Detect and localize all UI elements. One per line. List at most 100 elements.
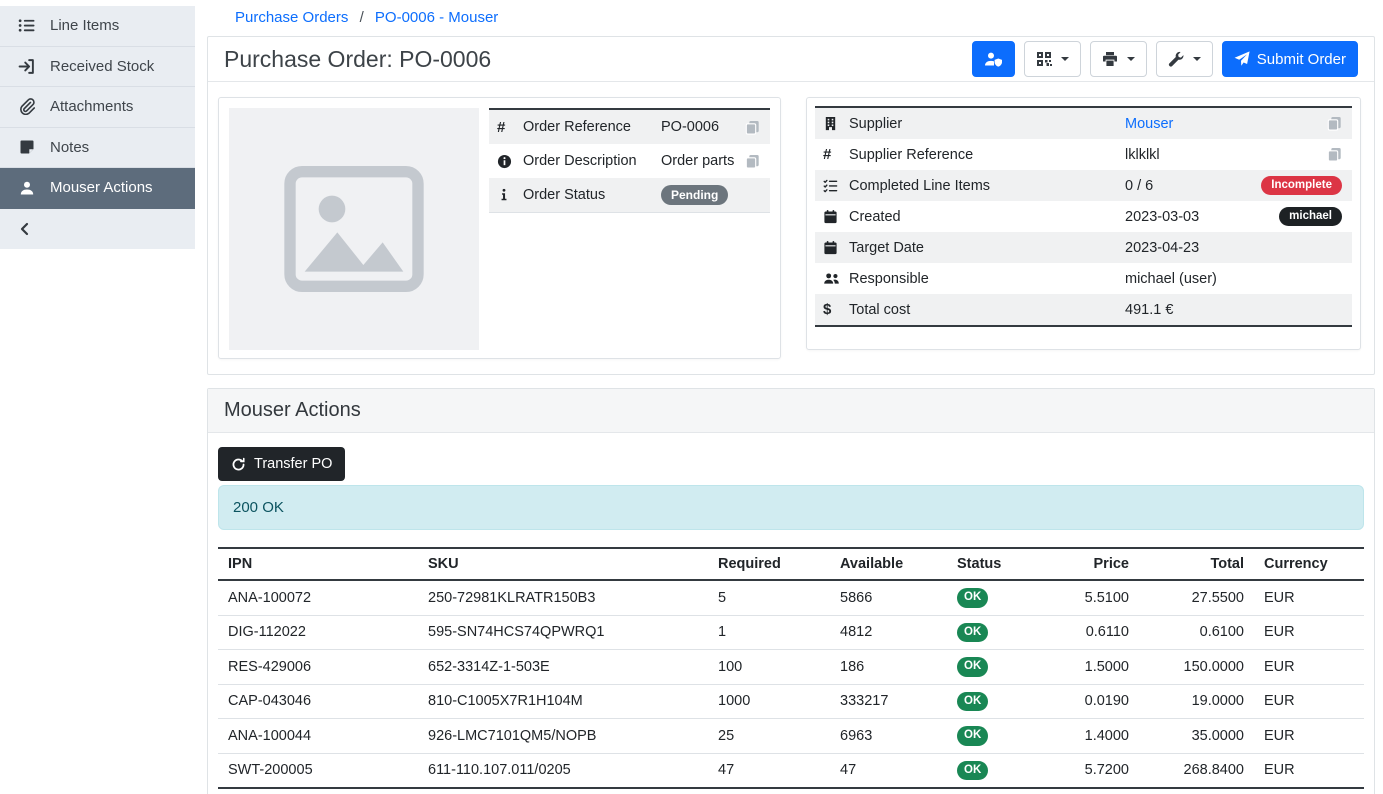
cell-ipn: ANA-100044: [218, 719, 418, 754]
footer-total-label: Total: [218, 788, 1139, 794]
calendar-icon: [823, 209, 849, 224]
cell-price: 0.6110: [1059, 615, 1139, 650]
copy-icon[interactable]: [1327, 147, 1342, 162]
breadcrumb-separator: /: [360, 9, 364, 26]
col-currency: Currency: [1254, 548, 1364, 580]
info-circle-icon: [497, 154, 523, 169]
image-placeholder-icon: [274, 149, 434, 309]
purchase-order-header: Purchase Order: PO-0006: [208, 37, 1374, 82]
detail-label: Completed Line Items: [849, 178, 1125, 194]
cell-total: 0.6100: [1139, 615, 1254, 650]
cell-sku: 926-LMC7101QM5/NOPB: [418, 719, 708, 754]
cell-required: 1: [708, 615, 830, 650]
detail-row-responsible: Responsible michael (user): [815, 263, 1352, 294]
line-items-table: IPN SKU Required Available Status Price …: [218, 547, 1364, 794]
order-info-table: # Order Reference PO-0006 Order Descript…: [489, 108, 770, 213]
cell-sku: 611-110.107.011/0205: [418, 753, 708, 788]
col-status: Status: [947, 548, 1059, 580]
copy-icon[interactable]: [1327, 116, 1342, 131]
cell-required: 5: [708, 580, 830, 615]
cell-available: 4812: [830, 615, 947, 650]
cell-price: 1.4000: [1059, 719, 1139, 754]
col-price: Price: [1059, 548, 1139, 580]
table-row: CAP-043046 810-C1005X7R1H104M 1000 33321…: [218, 684, 1364, 719]
copy-icon[interactable]: [745, 120, 760, 135]
detail-label: Created: [849, 209, 1125, 225]
cell-status: OK: [947, 615, 1059, 650]
detail-value: 491.1 €: [1125, 302, 1173, 318]
cell-price: 5.7200: [1059, 753, 1139, 788]
cell-currency: EUR: [1254, 753, 1364, 788]
caret-down-icon: [1127, 57, 1135, 61]
cell-price: 5.5100: [1059, 580, 1139, 615]
sidebar-item-received-stock[interactable]: Received Stock: [0, 47, 195, 88]
table-row: DIG-112022 595-SN74HCS74QPWRQ1 1 4812 OK…: [218, 615, 1364, 650]
main-content: Purchase Orders / PO-0006 - Mouser Purch…: [195, 0, 1383, 794]
hash-icon: #: [823, 146, 849, 163]
detail-label: Total cost: [849, 302, 1125, 318]
cell-required: 25: [708, 719, 830, 754]
supplier-link[interactable]: Mouser: [1125, 116, 1173, 132]
paper-plane-icon: [1234, 51, 1250, 67]
order-thumbnail: [229, 108, 479, 350]
copy-icon[interactable]: [745, 154, 760, 169]
mouser-actions-card: Mouser Actions Transfer PO 200 OK IPN SK: [207, 388, 1375, 794]
sidebar-item-label: Received Stock: [50, 58, 154, 75]
detail-value: lklklkl: [1125, 147, 1160, 163]
sidebar-item-label: Line Items: [50, 17, 119, 34]
cell-available: 333217: [830, 684, 947, 719]
cell-ipn: DIG-112022: [218, 615, 418, 650]
detail-row-created: Created 2023-03-03 michael: [815, 201, 1352, 232]
table-row: ANA-100044 926-LMC7101QM5/NOPB 25 6963 O…: [218, 719, 1364, 754]
sidebar-item-notes[interactable]: Notes: [0, 128, 195, 169]
cell-currency: EUR: [1254, 615, 1364, 650]
issue-order-button[interactable]: [972, 41, 1015, 77]
sidebar-item-mouser-actions[interactable]: Mouser Actions: [0, 168, 195, 209]
sidebar-item-label: Mouser Actions: [50, 179, 153, 196]
detail-label: Supplier Reference: [849, 147, 1125, 163]
hash-icon: #: [497, 119, 523, 136]
cell-sku: 250-72981KLRATR150B3: [418, 580, 708, 615]
note-icon: [17, 139, 36, 155]
sidebar: Line Items Received Stock Attachments No…: [0, 0, 195, 249]
detail-label: Responsible: [849, 271, 1125, 287]
list-icon: [17, 17, 36, 34]
cell-sku: 810-C1005X7R1H104M: [418, 684, 708, 719]
status-alert: 200 OK: [218, 485, 1364, 530]
supplier-info-table: Supplier Mouser # Supplier Reference lkl…: [815, 106, 1352, 327]
detail-value: 2023-03-03: [1125, 209, 1199, 225]
cell-ipn: RES-429006: [218, 650, 418, 685]
order-status-badge: Pending: [661, 185, 728, 205]
cell-available: 5866: [830, 580, 947, 615]
cell-sku: 595-SN74HCS74QPWRQ1: [418, 615, 708, 650]
breadcrumb-link-purchase-orders[interactable]: Purchase Orders: [235, 9, 348, 26]
cell-status: OK: [947, 719, 1059, 754]
detail-row-supplier-reference: # Supplier Reference lklklkl: [815, 139, 1352, 170]
sidebar-item-attachments[interactable]: Attachments: [0, 87, 195, 128]
dollar-icon: $: [823, 301, 849, 318]
col-required: Required: [708, 548, 830, 580]
cell-status: OK: [947, 753, 1059, 788]
table-header-row: IPN SKU Required Available Status Price …: [218, 548, 1364, 580]
status-ok-badge: OK: [957, 761, 988, 781]
header-actions: Submit Order: [972, 41, 1358, 77]
table-row: SWT-200005 611-110.107.011/0205 47 47 OK…: [218, 753, 1364, 788]
sidebar-collapse-button[interactable]: [0, 209, 195, 249]
transfer-po-button[interactable]: Transfer PO: [218, 447, 345, 481]
sidebar-item-line-items[interactable]: Line Items: [0, 6, 195, 47]
user-shield-icon: [984, 51, 1003, 67]
order-actions-button[interactable]: [1156, 41, 1213, 77]
submit-order-button[interactable]: Submit Order: [1222, 41, 1358, 77]
detail-row-order-status: Order Status Pending: [489, 178, 770, 212]
print-actions-button[interactable]: [1090, 41, 1147, 77]
cell-ipn: CAP-043046: [218, 684, 418, 719]
list-check-icon: [823, 178, 849, 193]
chevron-left-icon: [17, 221, 33, 237]
cell-status: OK: [947, 580, 1059, 615]
breadcrumb-link-current[interactable]: PO-0006 - Mouser: [375, 9, 498, 26]
status-ok-badge: OK: [957, 657, 988, 677]
barcode-actions-button[interactable]: [1024, 41, 1081, 77]
detail-value: 0 / 6: [1125, 178, 1153, 194]
transfer-po-label: Transfer PO: [254, 456, 332, 472]
col-available: Available: [830, 548, 947, 580]
